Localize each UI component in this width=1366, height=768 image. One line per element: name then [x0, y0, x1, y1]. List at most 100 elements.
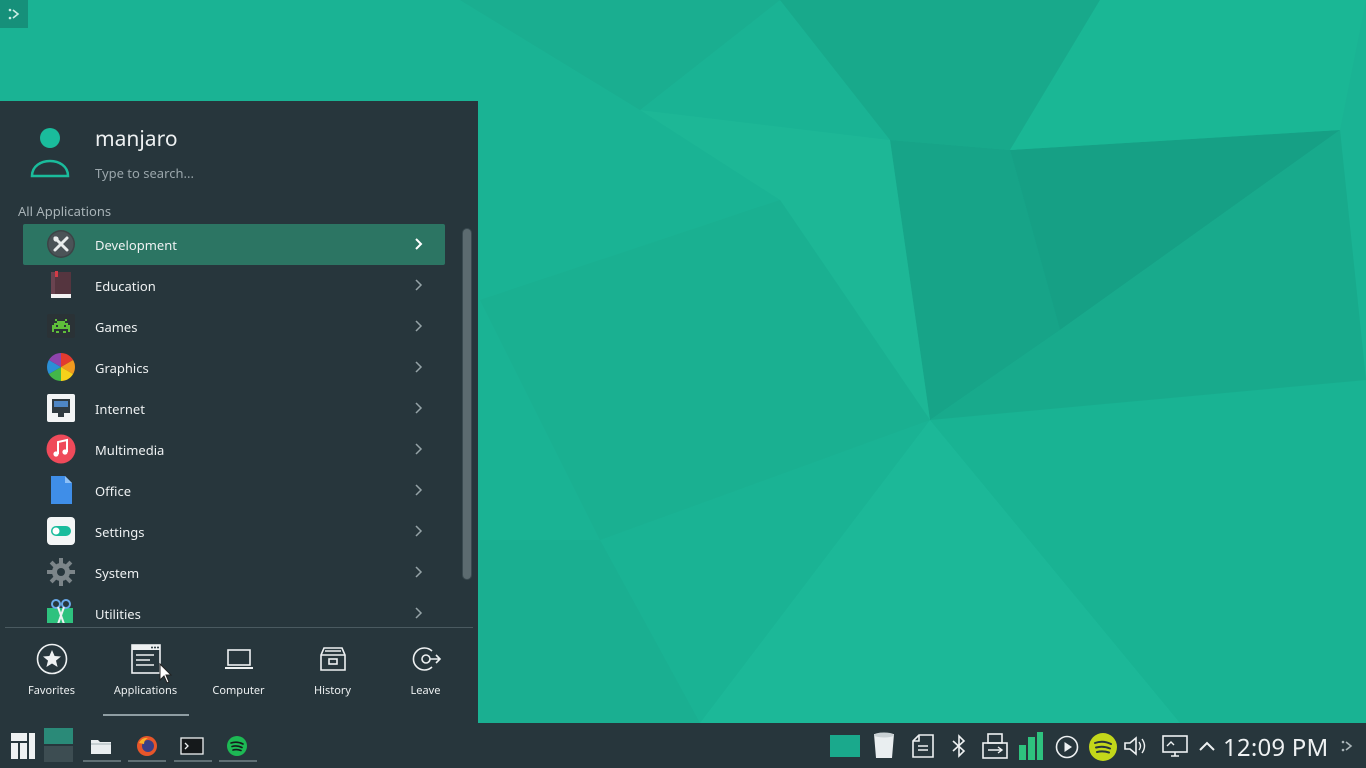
- tray-spotify[interactable]: [1087, 731, 1119, 763]
- system-monitor-icon: [1019, 732, 1043, 760]
- task-active-indicator: [83, 760, 121, 762]
- tray-trash[interactable]: [872, 732, 896, 760]
- chevron-right-icon: [415, 525, 423, 537]
- tray-media-player[interactable]: [1054, 734, 1080, 760]
- section-label: All Applications: [18, 202, 112, 220]
- category-label: System: [95, 564, 140, 582]
- media-play-icon: [1055, 735, 1079, 759]
- category-label: Games: [95, 318, 138, 336]
- tab-label: History: [313, 683, 352, 698]
- games-invader-icon: [46, 311, 76, 341]
- category-label: Education: [95, 277, 156, 295]
- application-launcher-button[interactable]: [8, 730, 38, 762]
- category-label: Internet: [95, 400, 145, 418]
- tray-clipboard[interactable]: [910, 733, 936, 759]
- chevron-right-icon: [415, 361, 423, 373]
- chevron-right-icon: [415, 402, 423, 414]
- tray-usb[interactable]: [981, 733, 1009, 759]
- virtual-desktop-pager[interactable]: [44, 728, 73, 762]
- user-name: manjaro: [95, 125, 178, 153]
- laptop-icon: [221, 641, 257, 677]
- firefox-icon: [137, 736, 157, 756]
- taskbar-file-manager[interactable]: [83, 733, 119, 759]
- chevron-right-icon: [415, 607, 423, 619]
- tray-expand-button[interactable]: [1197, 737, 1217, 755]
- search-input[interactable]: [95, 164, 435, 182]
- internet-network-icon: [46, 393, 76, 423]
- category-label: Development: [95, 236, 177, 254]
- tab-history[interactable]: History: [286, 636, 379, 700]
- tray-system-monitor[interactable]: [1017, 731, 1045, 761]
- archive-box-icon: [315, 641, 351, 677]
- file-manager-icon: [91, 740, 111, 754]
- category-label: Multimedia: [95, 441, 165, 459]
- expand-tray-chevron-icon: [1199, 741, 1215, 751]
- category-settings[interactable]: Settings: [23, 511, 445, 552]
- tab-label: Favorites: [28, 683, 75, 698]
- bluetooth-icon: [952, 734, 966, 758]
- category-label: Office: [95, 482, 132, 500]
- category-graphics[interactable]: Graphics: [23, 347, 445, 388]
- tab-applications[interactable]: Applications: [99, 636, 192, 700]
- task-active-indicator: [128, 760, 166, 762]
- tray-screen[interactable]: [829, 734, 861, 758]
- spotify-tray-icon: [1089, 733, 1117, 761]
- volume-icon: [1124, 736, 1146, 756]
- category-internet[interactable]: Internet: [23, 388, 445, 429]
- mouse-cursor-icon: [159, 663, 173, 684]
- chevron-right-icon: [415, 320, 423, 332]
- utilities-scissors-icon: [46, 598, 76, 623]
- taskbar-terminal[interactable]: [174, 733, 210, 759]
- panel-toolbox-button[interactable]: [1338, 737, 1356, 755]
- usb-icon: [982, 733, 1008, 759]
- office-document-icon: [46, 475, 76, 505]
- toolbox-icon: [8, 8, 20, 20]
- category-education[interactable]: Education: [23, 265, 445, 306]
- graphics-color-wheel-icon: [46, 352, 76, 382]
- category-label: Utilities: [95, 605, 141, 623]
- system-gear-icon: [46, 557, 76, 587]
- category-office[interactable]: Office: [23, 470, 445, 511]
- chevron-right-icon: [415, 566, 423, 578]
- divider: [5, 627, 473, 628]
- taskbar-spotify[interactable]: [219, 733, 255, 759]
- tab-computer[interactable]: Computer: [192, 636, 285, 700]
- development-tools-icon: [46, 229, 76, 259]
- star-icon: [34, 641, 70, 677]
- category-multimedia[interactable]: Multimedia: [23, 429, 445, 470]
- category-system[interactable]: System: [23, 552, 445, 593]
- tray-volume[interactable]: [1122, 733, 1148, 759]
- clipboard-icon: [912, 734, 934, 758]
- trash-icon: [874, 732, 894, 758]
- spotify-icon: [227, 736, 247, 756]
- education-book-icon: [46, 270, 76, 300]
- manjaro-logo-icon: [11, 733, 35, 759]
- leave-exit-icon: [408, 641, 444, 677]
- category-utilities[interactable]: Utilities: [23, 593, 445, 623]
- category-games[interactable]: Games: [23, 306, 445, 347]
- tab-leave[interactable]: Leave: [379, 636, 472, 700]
- tab-label: Leave: [410, 683, 441, 698]
- user-avatar-icon[interactable]: [28, 126, 72, 178]
- tab-label: Computer: [212, 683, 265, 698]
- tab-favorites[interactable]: Favorites: [5, 636, 98, 700]
- display-icon: [1162, 735, 1188, 757]
- category-development[interactable]: Development: [23, 224, 445, 265]
- task-active-indicator: [174, 760, 212, 762]
- multimedia-music-note-icon: [46, 434, 76, 464]
- tray-bluetooth[interactable]: [948, 733, 970, 759]
- scrollbar-thumb[interactable]: [463, 229, 471, 579]
- screen-icon: [830, 735, 860, 757]
- tray-display[interactable]: [1161, 733, 1189, 759]
- settings-toggle-icon: [46, 516, 76, 546]
- task-active-indicator: [219, 760, 257, 762]
- chevron-right-icon: [415, 443, 423, 455]
- launcher-tab-bar: Favorites Applications Computer History …: [5, 636, 473, 716]
- active-tab-indicator: [103, 714, 189, 716]
- chevron-right-icon: [415, 484, 423, 496]
- desktop-toolbox-button[interactable]: [0, 0, 28, 28]
- tab-label: Applications: [113, 683, 178, 698]
- taskbar-firefox[interactable]: [128, 733, 166, 759]
- chevron-right-icon: [415, 279, 423, 291]
- digital-clock[interactable]: 12:09 PM: [1223, 731, 1328, 764]
